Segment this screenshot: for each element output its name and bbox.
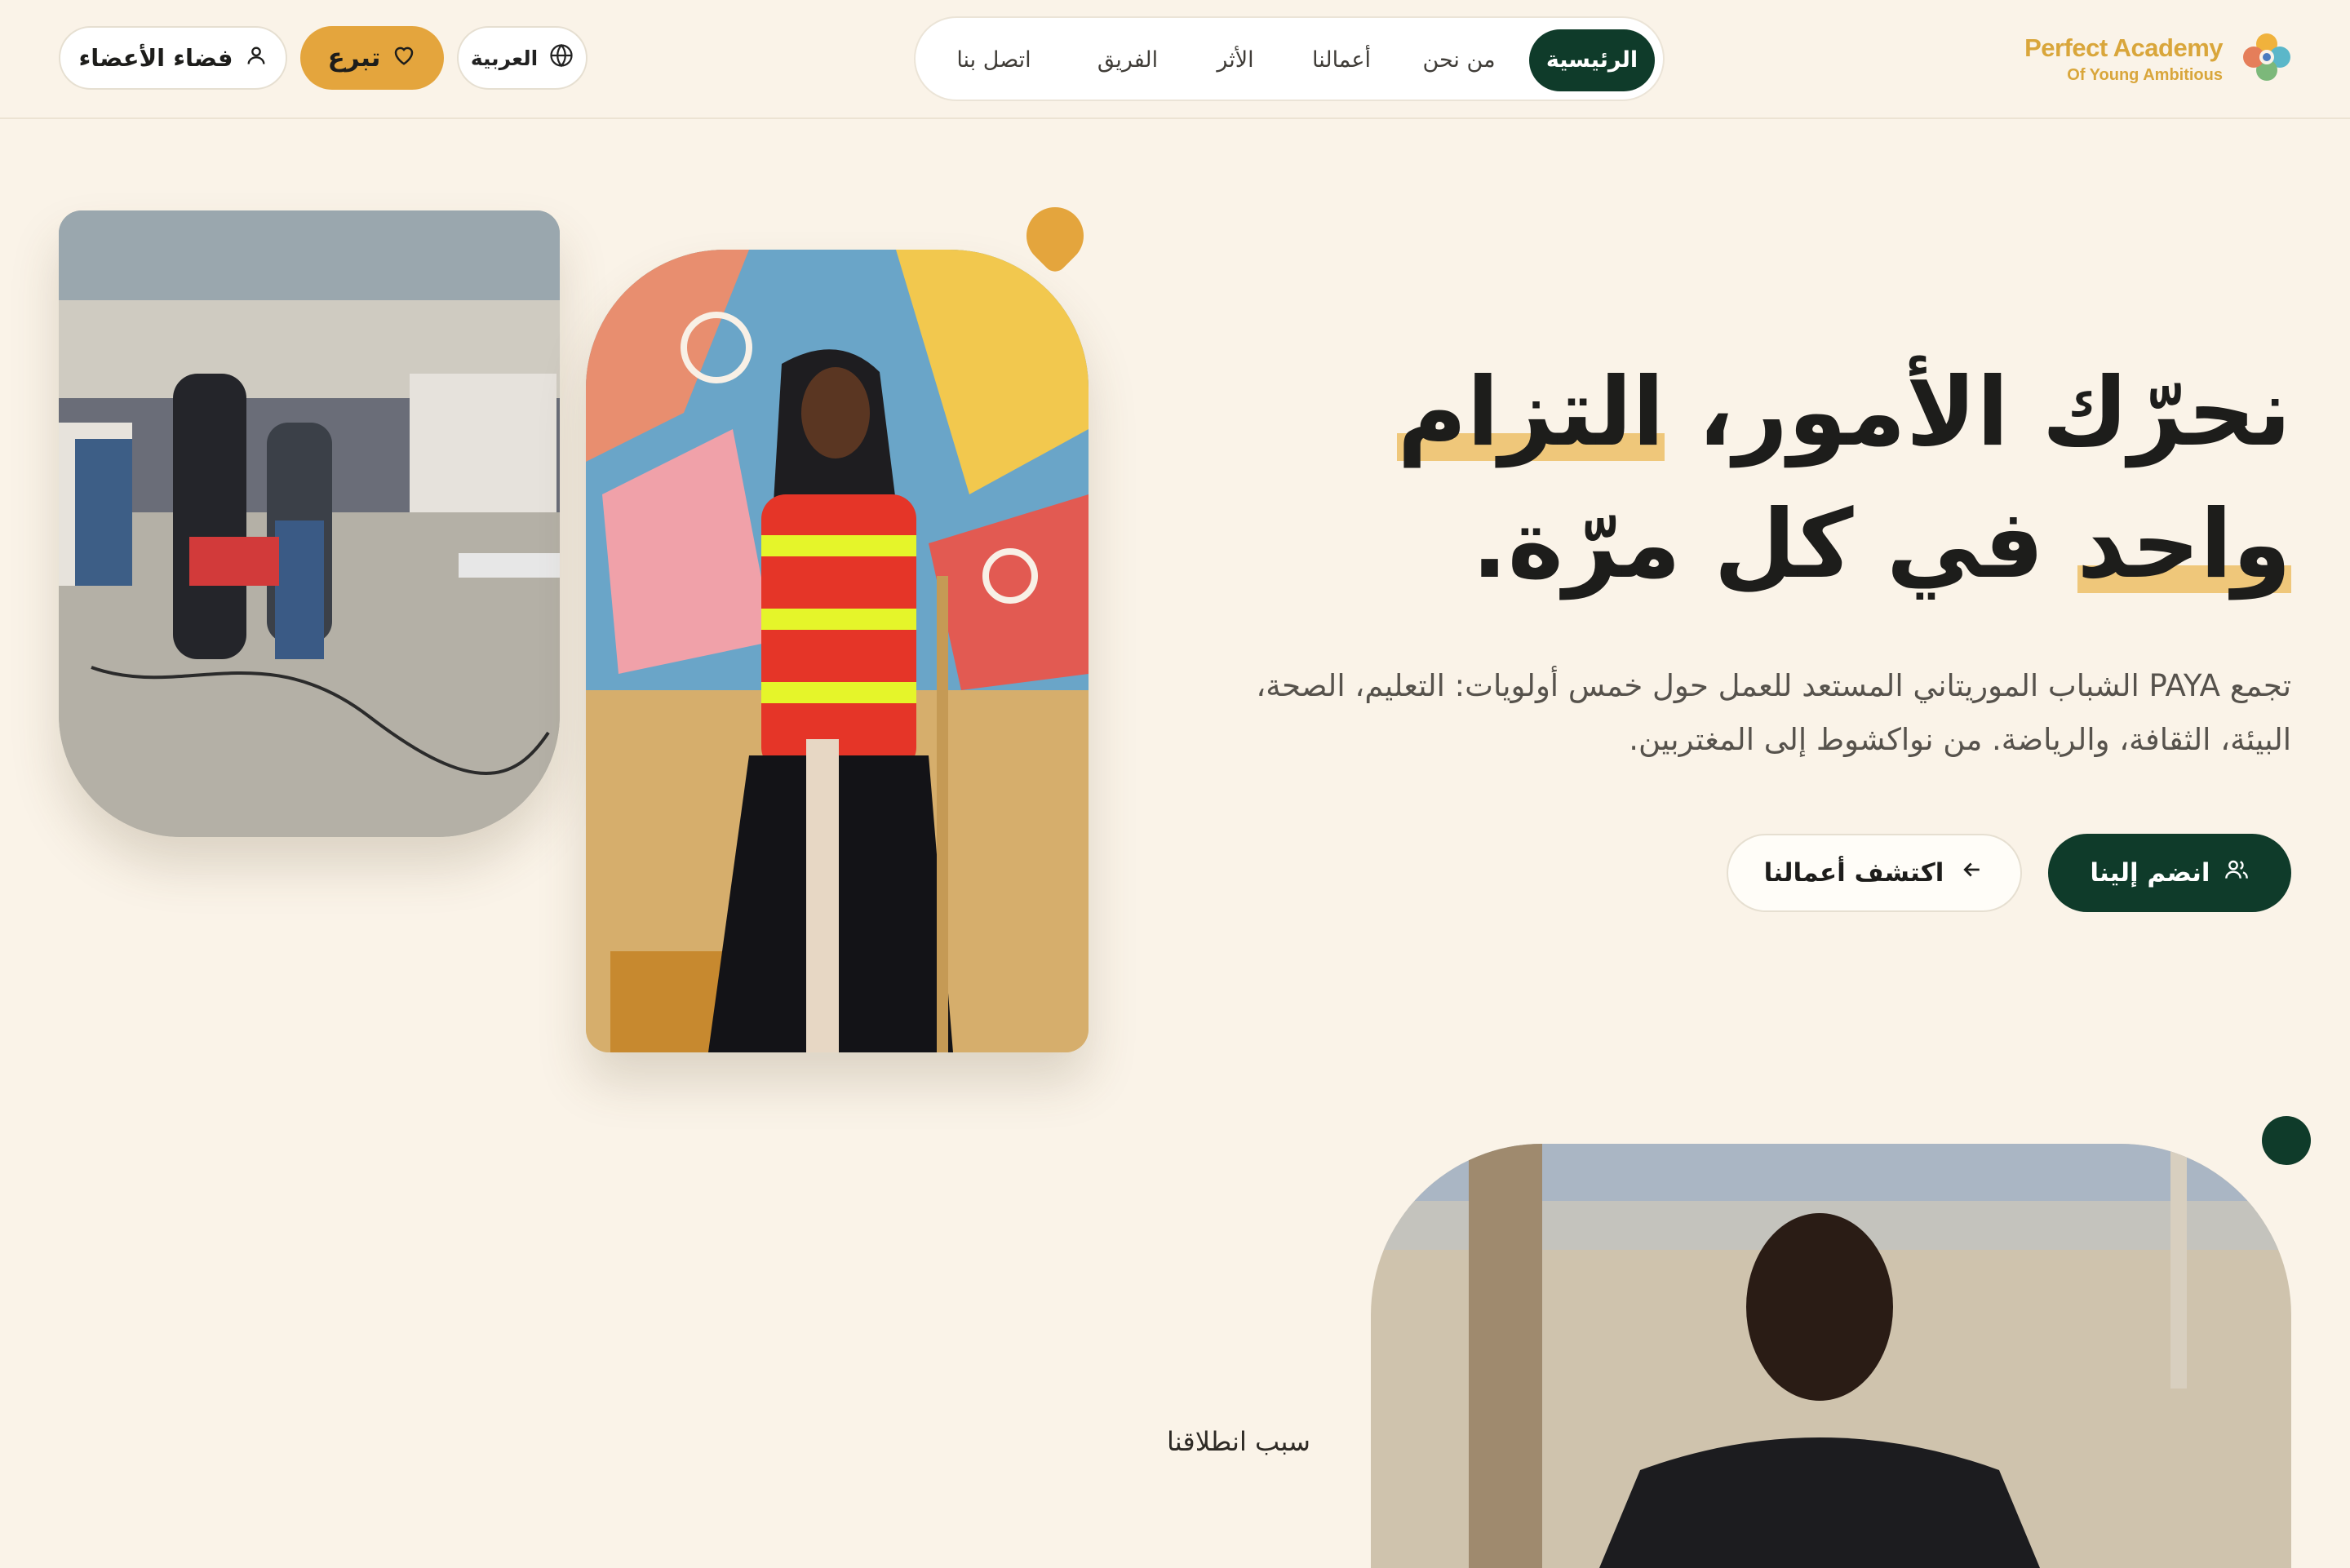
- language-label: العربية: [470, 46, 539, 70]
- join-label: انضم إلينا: [2090, 858, 2210, 888]
- heart-icon: [392, 42, 416, 73]
- arrow-left-icon: [1960, 857, 1984, 888]
- discover-works-button[interactable]: اكتشف أعمالنا: [1727, 834, 2022, 912]
- headline-line1-text: نحرّك الأمور،: [1665, 357, 2291, 467]
- nav-item-team[interactable]: الفريق: [1079, 29, 1177, 91]
- ceremony-photo: [59, 210, 560, 837]
- hero-headline: نحرّك الأمور، التزام واحد في كل مرّة.: [1230, 347, 2292, 611]
- brand-text: Perfect Academy Of Young Ambitious: [2024, 33, 2223, 85]
- nav-item-impact[interactable]: الأثر: [1193, 29, 1278, 91]
- members-label: فضاء الأعضاء: [78, 44, 233, 72]
- discover-label: اكتشف أعمالنا: [1763, 858, 1944, 888]
- nav-item-contact[interactable]: اتصل بنا: [929, 29, 1059, 91]
- nav-item-about[interactable]: من نحن: [1405, 29, 1513, 91]
- brand-name: Perfect Academy: [2024, 33, 2223, 62]
- youth-portrait-photo: [1371, 1144, 2291, 1568]
- globe-icon: [549, 43, 574, 73]
- hero-subtitle: تجمع PAYA الشباب الموريتاني المستعد للعم…: [1256, 668, 2291, 757]
- headline-highlight-commitment: التزام: [1397, 347, 1665, 479]
- users-icon: [2224, 857, 2250, 889]
- brand-tagline: Of Young Ambitious: [2067, 65, 2223, 84]
- nav-item-works[interactable]: أعمالنا: [1292, 29, 1390, 91]
- section-eyebrow-label: سبب انطلاقنا: [1167, 1426, 1310, 1457]
- decorative-yellow-dot: [1014, 195, 1096, 277]
- donate-label: تبرع: [327, 43, 381, 73]
- flower-logo-icon: [2241, 31, 2293, 86]
- main-nav: الرئيسية من نحن أعمالنا الأثر الفريق اتص…: [914, 16, 1665, 101]
- join-us-button[interactable]: انضم إلينا: [2048, 834, 2291, 912]
- brand-logo[interactable]: Perfect Academy Of Young Ambitious: [2024, 28, 2293, 90]
- members-area-button[interactable]: فضاء الأعضاء: [59, 26, 287, 90]
- site-header: Perfect Academy Of Young Ambitious الرئي…: [0, 0, 2350, 119]
- volunteer-photo: [586, 250, 1089, 1052]
- donate-button[interactable]: تبرع: [300, 26, 444, 90]
- user-icon: [245, 44, 268, 73]
- headline-highlight-one: واحد: [2077, 479, 2292, 611]
- headline-line2-text: في كل مرّة.: [1471, 489, 2077, 600]
- nav-item-home[interactable]: الرئيسية: [1529, 29, 1655, 91]
- decorative-green-dot: [2262, 1116, 2311, 1165]
- language-button[interactable]: العربية: [457, 26, 588, 90]
